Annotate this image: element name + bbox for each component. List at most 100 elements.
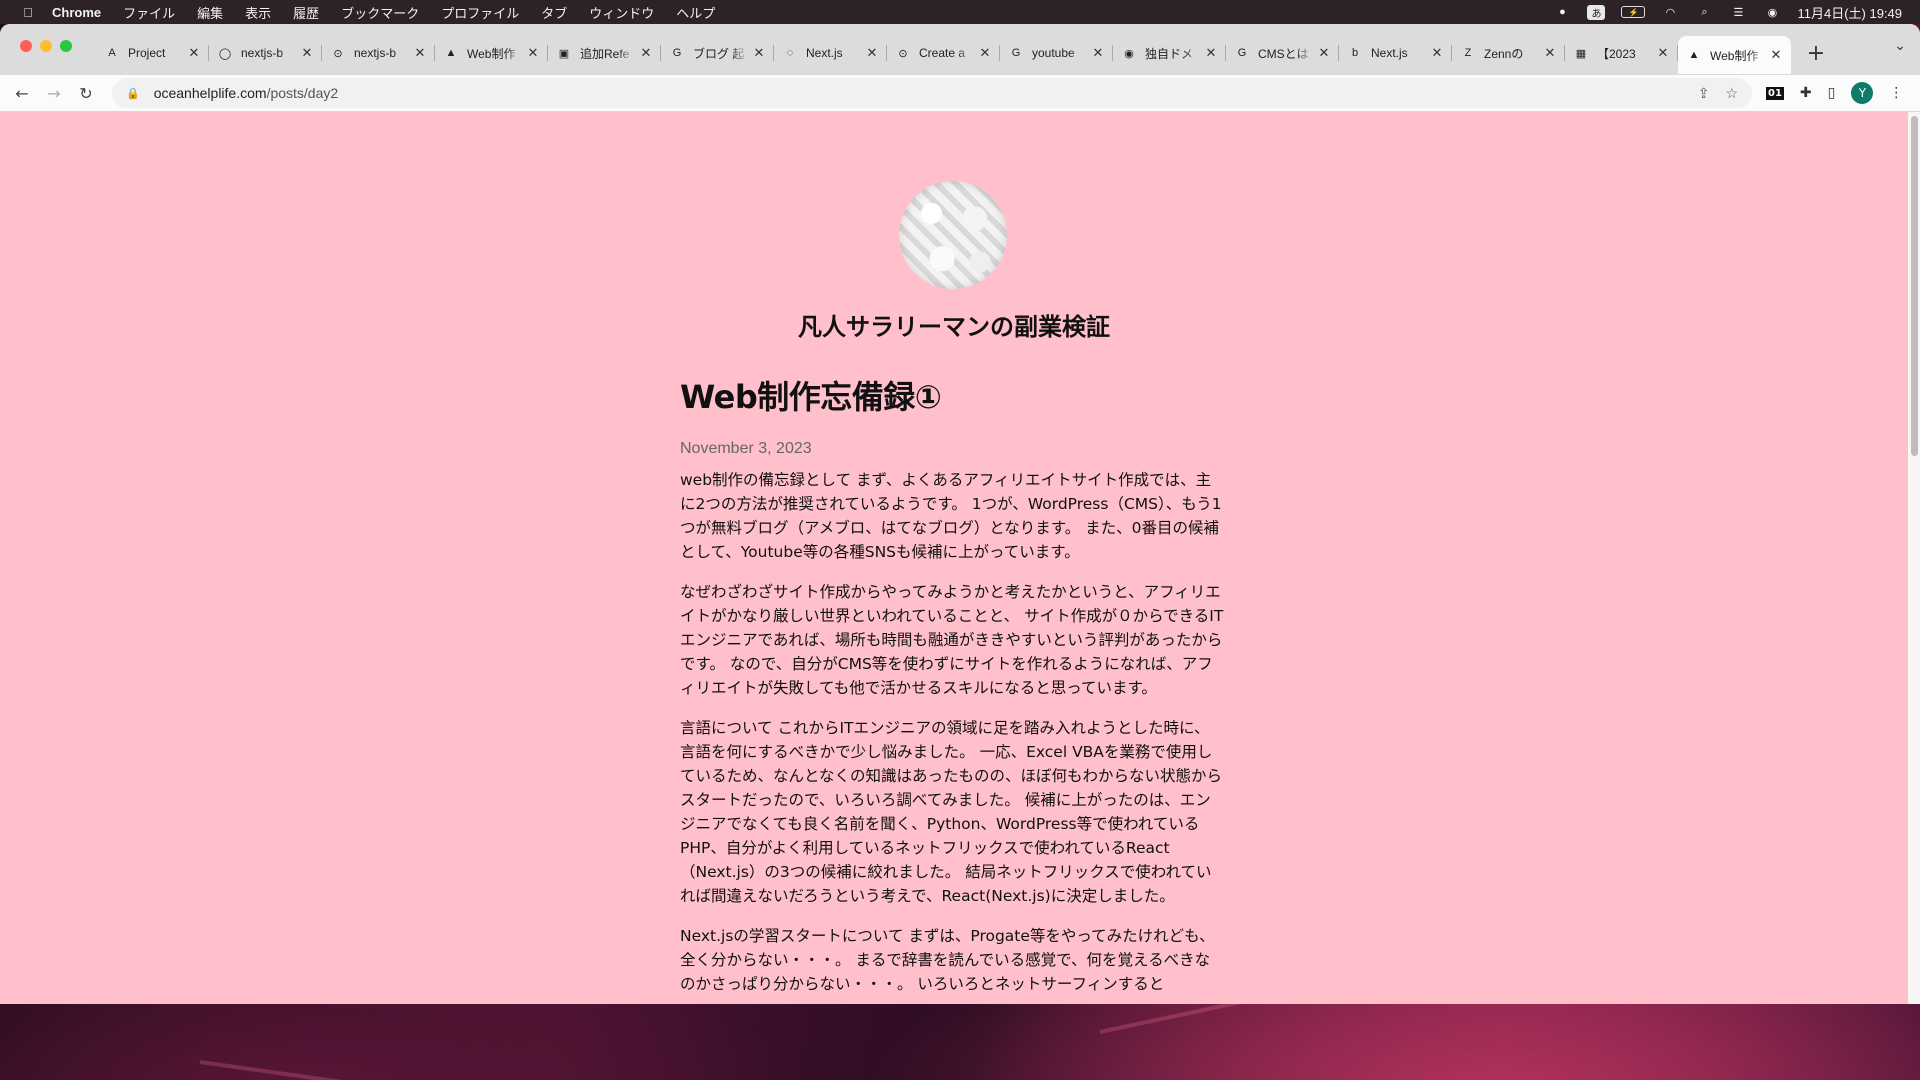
browser-tab[interactable]: Z Zennの ✕ [1452, 36, 1565, 70]
menu-item-file[interactable]: ファイル [123, 3, 175, 22]
browser-tab[interactable]: b Next.js ✕ [1339, 36, 1452, 70]
browser-tab[interactable]: Gyoutube ✕ [1000, 36, 1113, 70]
tab-title: Project [128, 46, 166, 60]
tab-title: Create a [919, 46, 966, 60]
more-menu-icon[interactable]: ⋮ [1889, 85, 1903, 101]
tab-close-icon[interactable]: ✕ [1656, 45, 1670, 61]
tab-title: youtube [1032, 46, 1075, 60]
share-icon[interactable]: ⇪ [1698, 85, 1710, 102]
tab-favicon-icon: ◯ [218, 47, 232, 60]
tab-close-icon[interactable]: ✕ [413, 45, 427, 61]
browser-tab[interactable]: A Project ✕ [96, 36, 209, 70]
menu-item-window[interactable]: ウィンドウ [589, 3, 654, 22]
post-paragraph: なぜわざわざサイト作成からやってみようかと考えたかというと、アフィリエイトがかな… [680, 583, 1224, 697]
wifi-icon[interactable]: ◠ [1661, 5, 1679, 19]
tab-title: 独自ドメ [1145, 46, 1194, 61]
forward-arrow-icon[interactable]: → [38, 84, 70, 103]
tab-close-icon[interactable]: ✕ [1091, 45, 1105, 61]
line-status-icon[interactable]: ● [1553, 5, 1571, 19]
browser-tab[interactable]: ▦ 【2023 ✕ [1565, 36, 1678, 70]
new-tab-plus-icon[interactable]: + [1801, 38, 1831, 68]
zoom-window-button[interactable] [60, 40, 72, 52]
menu-app-name[interactable]: Chrome [52, 5, 101, 20]
tab-close-icon[interactable]: ✕ [1317, 45, 1331, 61]
tab-close-icon[interactable]: ✕ [865, 45, 879, 61]
post-article: Web制作忘備録① November 3, 2023 web制作の備忘録として … [680, 372, 1225, 1004]
tab-close-icon[interactable]: ✕ [752, 45, 766, 61]
page-scrollbar[interactable] [1908, 112, 1920, 1004]
menu-item-edit[interactable]: 編集 [197, 3, 223, 22]
tab-favicon-icon: G [1237, 47, 1247, 59]
tab-list: A Project ✕ ◯ nextjs-b ✕ ⊙ nextjs-b ✕ ▲ Web制作 ✕ ▣ 追加R… [96, 32, 1831, 74]
address-domain: oceanhelplife.com [153, 85, 267, 101]
tab-close-icon[interactable]: ✕ [1543, 45, 1557, 61]
menu-item-help[interactable]: ヘルプ [676, 3, 715, 22]
tab-close-icon[interactable]: ✕ [1204, 45, 1218, 61]
tab-favicon-icon: G [672, 47, 682, 59]
post-title: Web制作忘備録① [680, 378, 942, 416]
tab-search-chevron-icon[interactable]: ⌄ [1894, 38, 1906, 54]
tab-title: 追加Refe [580, 46, 630, 61]
extensions-puzzle-icon[interactable]: ✚ [1800, 85, 1812, 101]
browser-tab[interactable]: ▣ 追加Refe ✕ [548, 36, 661, 70]
tab-active[interactable]: ▲ Web制作 ✕ [1678, 36, 1791, 74]
menu-item-profiles[interactable]: プロファイル [441, 3, 519, 22]
tab-favicon-icon: A [108, 47, 116, 59]
browser-tab[interactable]: ◉ 独自ドメ ✕ [1113, 36, 1226, 70]
post-paragraph: web制作の備忘録として まず、よくあるアフィリエイトサイト作成では、主に2つの… [680, 471, 1222, 561]
apple-icon[interactable]:  [18, 5, 38, 20]
tab-favicon-icon: ◉ [1124, 47, 1134, 60]
tab-title: Next.js [1371, 46, 1408, 60]
tab-favicon-icon: Z [1464, 47, 1472, 59]
lock-icon[interactable]: 🔒 [126, 87, 140, 100]
tab-title: Web制作 [467, 46, 516, 61]
tab-favicon-icon: ⊙ [333, 47, 343, 60]
side-panel-icon[interactable]: ▯ [1828, 85, 1836, 101]
browser-tab[interactable]: G ブログ 起 ✕ [661, 36, 774, 70]
tab-title: 【2023 [1597, 46, 1636, 61]
extension-01-icon[interactable]: 01 [1766, 86, 1784, 100]
close-window-button[interactable] [20, 40, 32, 52]
browser-toolbar: ← → ↻ 🔒 oceanhelplife.com/posts/day2 ⇪ ☆… [0, 75, 1920, 112]
menu-item-bookmarks[interactable]: ブックマーク [341, 3, 419, 22]
site-avatar [899, 181, 1007, 289]
tab-close-icon[interactable]: ✕ [526, 45, 540, 61]
menu-item-history[interactable]: 履歴 [293, 3, 319, 22]
scrollbar-thumb[interactable] [1911, 116, 1918, 456]
menu-item-tab[interactable]: タブ [541, 3, 567, 22]
tab-close-icon[interactable]: ✕ [978, 45, 992, 61]
address-path: /posts/day2 [266, 85, 339, 101]
tab-favicon-icon: G [1011, 47, 1021, 59]
tab-close-icon[interactable]: ✕ [1430, 45, 1444, 61]
input-method-icon[interactable]: あ [1587, 4, 1606, 20]
tab-close-icon[interactable]: ✕ [187, 45, 201, 61]
browser-tab[interactable]: G CMSとは ✕ [1226, 36, 1339, 70]
tab-close-icon[interactable]: ✕ [639, 45, 653, 61]
tab-favicon-icon: ◌ [786, 47, 794, 59]
browser-tab[interactable]: ◌ Next.js ✕ [774, 36, 887, 70]
reload-icon[interactable]: ↻ [70, 84, 102, 103]
spotlight-search-icon[interactable]: ⌕ [1695, 5, 1713, 19]
siri-icon[interactable]: ◉ [1763, 5, 1781, 19]
browser-tab[interactable]: ▲ Web制作 ✕ [435, 36, 548, 70]
tab-close-icon[interactable]: ✕ [1769, 47, 1783, 63]
tab-favicon-icon: ⊙ [898, 47, 908, 60]
control-center-icon[interactable]: ☰ [1729, 5, 1747, 19]
tab-favicon-icon: ▦ [1575, 47, 1587, 60]
battery-icon[interactable]: ⚡ [1621, 6, 1646, 18]
address-bar[interactable]: 🔒 oceanhelplife.com/posts/day2 ⇪ ☆ [112, 78, 1752, 108]
menu-item-view[interactable]: 表示 [245, 3, 271, 22]
site-title[interactable]: 凡人サラリーマンの副業検証 [0, 307, 1908, 342]
tab-strip: A Project ✕ ◯ nextjs-b ✕ ⊙ nextjs-b ✕ ▲ Web制作 ✕ ▣ 追加R… [0, 24, 1920, 75]
minimize-window-button[interactable] [40, 40, 52, 52]
browser-tab[interactable]: ⊙ nextjs-b ✕ [322, 36, 435, 70]
tab-favicon-icon: b [1351, 47, 1359, 59]
bookmark-star-icon[interactable]: ☆ [1725, 85, 1738, 102]
back-arrow-icon[interactable]: ← [6, 84, 38, 103]
menu-clock[interactable]: 11月4日(土) 19:49 [1797, 3, 1902, 22]
browser-tab[interactable]: ◯ nextjs-b ✕ [209, 36, 322, 70]
tab-title: CMSとは [1258, 46, 1309, 61]
tab-close-icon[interactable]: ✕ [300, 45, 314, 61]
browser-tab[interactable]: ⊙ Create a ✕ [887, 36, 1000, 70]
profile-avatar[interactable]: Y [1851, 82, 1874, 104]
